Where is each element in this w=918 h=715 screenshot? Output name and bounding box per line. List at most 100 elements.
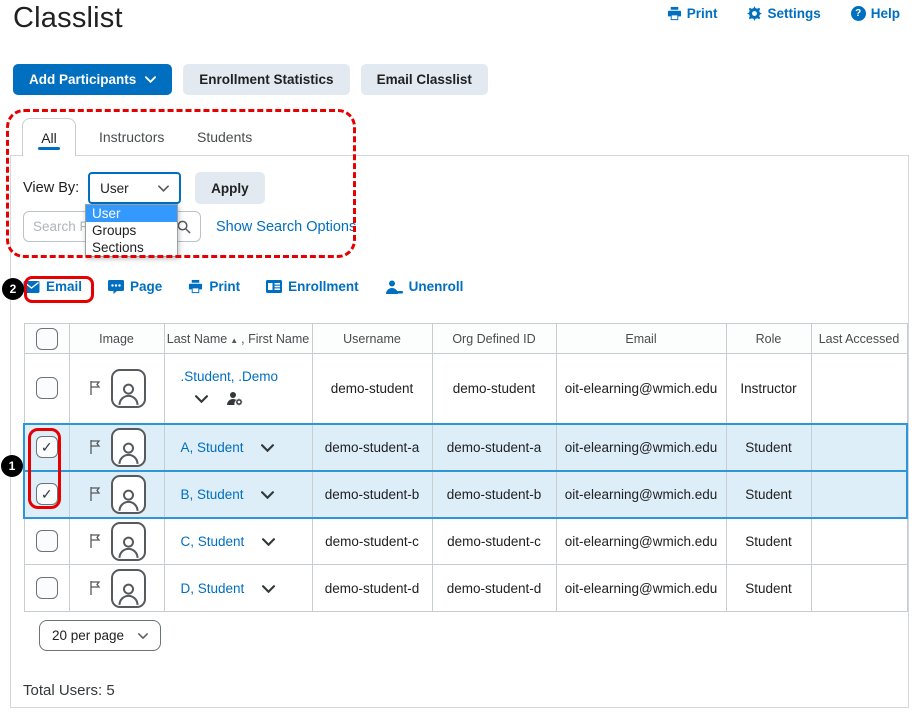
cell-username: demo-student-b [312, 471, 432, 518]
checkmark-icon: ✓ [41, 439, 53, 456]
flag-icon[interactable] [88, 439, 102, 455]
view-by-row: View By: User Apply [23, 172, 265, 204]
flag-icon[interactable] [88, 380, 102, 396]
enrollment-statistics-label: Enrollment Statistics [199, 72, 333, 87]
flag-icon[interactable] [88, 486, 102, 502]
user-name-link[interactable]: B, Student [181, 487, 244, 502]
cell-select [24, 518, 69, 565]
row-checkbox-checked[interactable]: ✓ [36, 436, 58, 458]
cell-role: Student [726, 518, 811, 565]
select-all-checkbox[interactable] [36, 328, 58, 350]
header-first-name: , First Name [241, 332, 309, 346]
cell-role: Instructor [726, 354, 811, 424]
table-row-selected: ✓ A, Student demo-student-a demo-student… [24, 424, 907, 471]
user-name-link[interactable]: C, Student [181, 534, 245, 549]
cell-username: demo-student-d [312, 565, 432, 612]
header-image: Image [69, 324, 164, 354]
chevron-down-icon[interactable] [261, 444, 274, 452]
active-tab-underline [38, 147, 60, 150]
user-name-link[interactable]: .Student, .Demo [181, 369, 279, 384]
toolbar-email[interactable]: Email [23, 279, 82, 294]
cell-role: Student [726, 471, 811, 518]
settings-link[interactable]: Settings [747, 6, 820, 21]
per-page-select[interactable]: 20 per page [39, 620, 161, 651]
toolbar-enrollment[interactable]: Enrollment [266, 279, 359, 294]
table-row: .Student, .Demo demo-student demo-studen… [24, 354, 907, 424]
avatar [111, 428, 146, 467]
cell-image [69, 424, 164, 471]
cell-org-defined-id: demo-student [432, 354, 556, 424]
cell-select: ✓ [24, 424, 69, 471]
toolbar-unenroll[interactable]: Unenroll [385, 279, 464, 294]
table-toolbar: Email Page Print Enrollment [23, 279, 463, 294]
pager-icon [108, 280, 124, 294]
avatar [111, 475, 146, 514]
help-link[interactable]: ? Help [851, 6, 900, 21]
dropdown-option-groups[interactable]: Groups [86, 222, 177, 239]
tab-instructors[interactable]: Instructors [99, 118, 164, 155]
add-participants-button[interactable]: Add Participants [13, 64, 172, 95]
enrollment-card-icon [266, 280, 282, 293]
row-checkbox[interactable] [36, 530, 58, 552]
toolbar-page-label: Page [130, 279, 162, 294]
user-name-link[interactable]: A, Student [181, 440, 244, 455]
header-email: Email [556, 324, 726, 354]
avatar [111, 569, 146, 608]
help-icon: ? [851, 6, 866, 21]
toolbar-print[interactable]: Print [188, 279, 240, 294]
user-name-link[interactable]: D, Student [181, 581, 245, 596]
view-by-select[interactable]: User [88, 172, 181, 204]
cell-image [69, 354, 164, 424]
table-header-row: Image Last Name▲, First Name Username Or… [24, 324, 907, 354]
cell-last-accessed [811, 471, 907, 518]
cell-image [69, 518, 164, 565]
chevron-down-icon[interactable] [262, 585, 275, 593]
page-title: Classlist [13, 2, 123, 35]
cell-select: ✓ [24, 471, 69, 518]
dropdown-option-sections[interactable]: Sections [86, 239, 177, 256]
email-classlist-button[interactable]: Email Classlist [361, 64, 488, 95]
cell-last-accessed [811, 565, 907, 612]
enrollment-statistics-button[interactable]: Enrollment Statistics [183, 64, 349, 95]
tab-students-label: Students [197, 129, 252, 145]
header-org-defined-id: Org Defined ID [432, 324, 556, 354]
cell-select [24, 354, 69, 424]
row-checkbox[interactable] [36, 377, 58, 399]
chevron-down-icon[interactable] [262, 538, 275, 546]
show-search-options-link[interactable]: Show Search Options [216, 219, 356, 235]
dropdown-option-user[interactable]: User [86, 205, 177, 222]
chevron-down-icon[interactable] [261, 491, 274, 499]
chevron-down-icon[interactable] [195, 395, 208, 403]
print-link[interactable]: Print [667, 6, 718, 21]
impersonate-icon[interactable] [226, 391, 244, 407]
header-last-name: Last Name [167, 332, 227, 346]
header-select-all [24, 324, 69, 354]
apply-button[interactable]: Apply [195, 172, 265, 204]
flag-icon[interactable] [88, 533, 102, 549]
row-checkbox[interactable] [36, 577, 58, 599]
per-page-value: 20 per page [52, 628, 124, 643]
classlist-table: Image Last Name▲, First Name Username Or… [23, 323, 908, 612]
top-links: Print Settings ? Help [667, 6, 900, 21]
settings-link-label: Settings [767, 6, 820, 21]
apply-button-label: Apply [211, 181, 249, 196]
header-role: Role [726, 324, 811, 354]
tab-all[interactable]: All [22, 118, 76, 156]
row-checkbox-checked[interactable]: ✓ [36, 483, 58, 505]
cell-org-defined-id: demo-student-b [432, 471, 556, 518]
tab-students[interactable]: Students [197, 118, 252, 155]
header-name-sortable[interactable]: Last Name▲, First Name [164, 324, 312, 354]
print-link-label: Print [687, 6, 718, 21]
total-users-label: Total Users: 5 [23, 682, 115, 699]
cell-username: demo-student-a [312, 424, 432, 471]
flag-icon[interactable] [88, 580, 102, 596]
email-classlist-label: Email Classlist [377, 72, 472, 87]
chevron-down-icon [158, 185, 169, 192]
checkmark-icon: ✓ [41, 486, 53, 503]
cell-role: Student [726, 424, 811, 471]
cell-username: demo-student [312, 354, 432, 424]
view-by-selected-value: User [100, 181, 129, 196]
cell-last-accessed [811, 424, 907, 471]
toolbar-page[interactable]: Page [108, 279, 162, 294]
search-button[interactable] [176, 219, 191, 234]
